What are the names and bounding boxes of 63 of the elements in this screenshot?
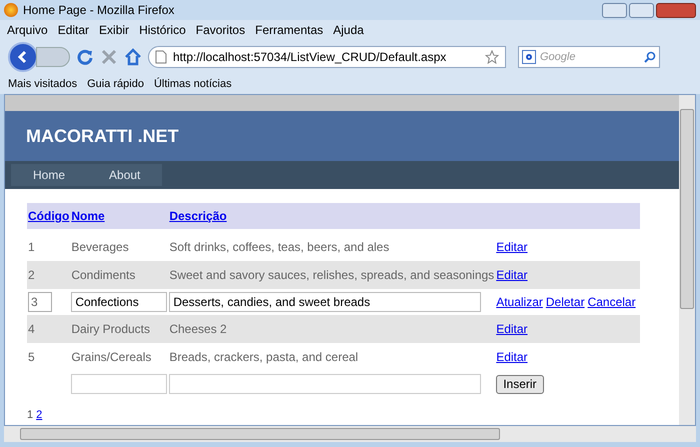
page-icon [155, 50, 167, 64]
scroll-thumb[interactable] [20, 428, 500, 440]
reload-icon[interactable] [76, 48, 94, 66]
table-cell: 1 [28, 240, 35, 254]
page-number: 1 [27, 408, 34, 423]
column-header[interactable]: Nome [71, 209, 105, 223]
table-cell: 4 [28, 322, 35, 336]
menu-item[interactable]: Histórico [134, 21, 191, 39]
star-icon[interactable] [485, 50, 499, 64]
action-link[interactable]: Deletar [546, 295, 585, 309]
menu-item[interactable]: Exibir [94, 21, 134, 39]
stop-icon[interactable] [100, 48, 118, 66]
nav-link[interactable]: About [87, 166, 162, 184]
name-field[interactable]: Confections [71, 292, 168, 312]
search-icon[interactable] [644, 51, 656, 63]
table-cell: Beverages [71, 240, 129, 254]
window-title: Home Page - Mozilla Firefox [23, 2, 174, 19]
home-icon[interactable] [124, 48, 142, 66]
bookmark-item[interactable]: Últimas notícias [154, 76, 232, 92]
table-cell: Grains/Cereals [71, 350, 152, 364]
bookmark-item[interactable]: Mais visitados [8, 76, 78, 92]
table-cell: 2 [28, 268, 35, 282]
column-header[interactable]: Código [28, 209, 70, 223]
edit-link[interactable]: Editar [496, 322, 528, 336]
back-button[interactable] [8, 42, 38, 72]
action-link[interactable]: Cancelar [588, 295, 636, 309]
name-field[interactable] [71, 374, 168, 394]
maximize-button[interactable] [629, 2, 654, 18]
column-header[interactable]: Descrição [169, 209, 227, 223]
insert-button[interactable]: Inserir [496, 374, 544, 394]
edit-link[interactable]: Editar [496, 268, 528, 282]
close-button[interactable] [656, 2, 696, 18]
table-cell: Cheeses 2 [169, 322, 227, 336]
bookmark-item[interactable]: Guia rápido [87, 76, 144, 92]
url-text: http://localhost:57034/ListView_CRUD/Default.aspx [173, 49, 446, 66]
search-placeholder: Google [540, 50, 576, 65]
browser-icon [4, 3, 18, 17]
minimize-button[interactable] [602, 2, 627, 18]
table-cell: Dairy Products [71, 322, 150, 336]
menu-item[interactable]: Favoritos [190, 21, 250, 39]
vertical-scrollbar[interactable] [679, 95, 695, 425]
nav-link[interactable]: Home [11, 166, 88, 184]
table-cell: 5 [28, 350, 35, 364]
address-bar[interactable]: http://localhost:57034/ListView_CRUD/Default.aspx [148, 46, 506, 68]
code-field[interactable]: 3 [28, 292, 52, 312]
menu-item[interactable]: Ferramentas [250, 21, 328, 39]
page-link[interactable]: 2 [36, 407, 42, 424]
menu-item[interactable]: Ajuda [328, 21, 369, 39]
google-icon [522, 50, 536, 64]
description-field[interactable]: Desserts, candies, and sweet breads [169, 292, 482, 312]
horizontal-scrollbar[interactable] [4, 426, 696, 442]
menu-item[interactable]: Editar [52, 21, 94, 39]
action-link[interactable]: Atualizar [496, 295, 543, 309]
table-cell: Breads, crackers, pasta, and cereal [169, 350, 358, 364]
edit-link[interactable]: Editar [496, 240, 528, 254]
description-field[interactable] [169, 374, 482, 394]
table-cell: Sweet and savory sauces, relishes, spreads, and seasonings [169, 268, 494, 282]
table-cell: Condiments [71, 268, 136, 282]
edit-link[interactable]: Editar [496, 350, 528, 364]
table-cell: Soft drinks, coffees, teas, beers, and ales [169, 240, 390, 254]
menu-item[interactable]: Arquivo [2, 21, 53, 39]
scroll-thumb[interactable] [680, 109, 694, 309]
site-logo: MACORATTI .NET [26, 124, 179, 148]
